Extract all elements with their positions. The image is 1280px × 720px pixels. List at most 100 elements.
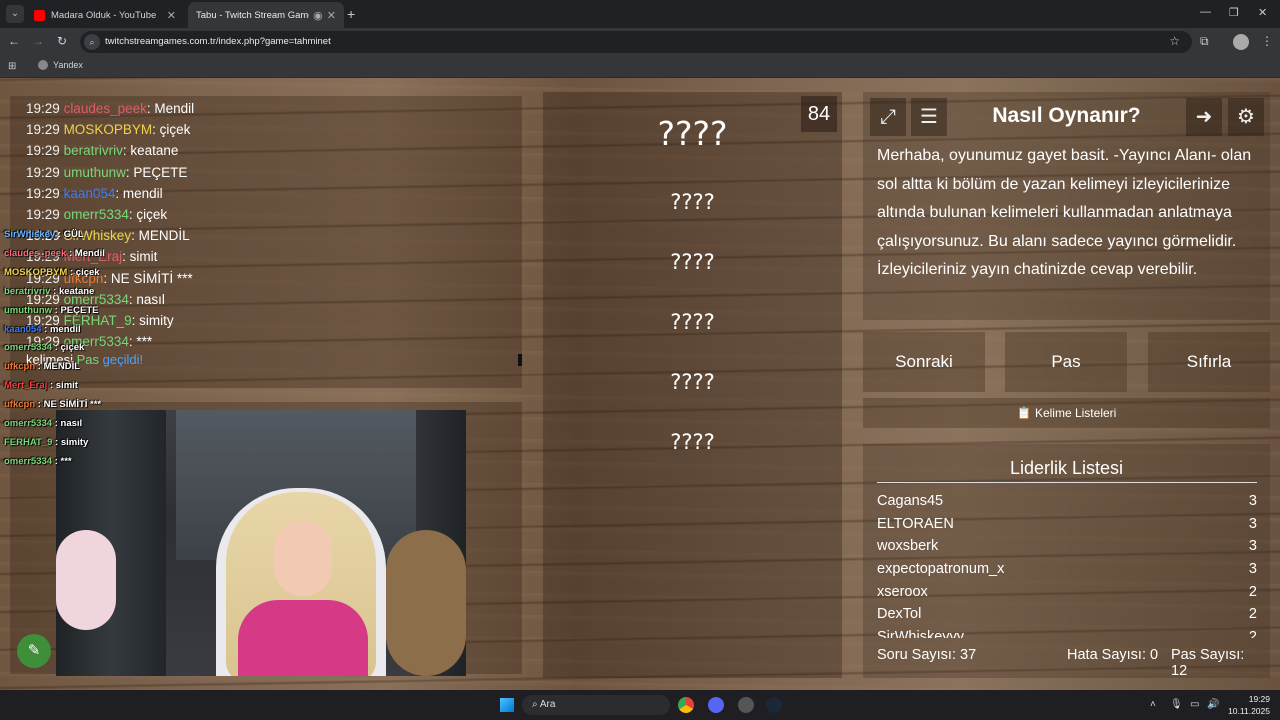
taskbar-search[interactable]: ⌕ Ara <box>522 695 670 715</box>
overlay-chat-line: umuthunw : PEÇETE <box>4 304 99 316</box>
overlay-chat-line: omerr5334 : nasıl <box>4 418 83 430</box>
discord-icon[interactable] <box>708 697 724 713</box>
leaderboard-row: xseroox 2 <box>877 583 1257 600</box>
chat-username: beratrivriv <box>63 143 123 159</box>
bookmarks-bar: ⊞ Yandex <box>0 56 1280 78</box>
chat-line: 19:29 kaan054: mendil <box>26 185 163 201</box>
chat-line: 19:29 umuthunw: PEÇETE <box>26 164 188 180</box>
chat-username: omerr5334 <box>63 207 129 223</box>
overlay-chat-line: omerr5334 : çiçek <box>4 342 85 354</box>
bookmark-yandex[interactable]: Yandex <box>38 60 83 70</box>
overlay-chat-line: Mert_Eraj : simit <box>4 380 78 392</box>
tab-title: Madara Olduk - YouTube <box>51 9 157 21</box>
leaderboard-row: Cagans45 3 <box>877 493 1257 509</box>
address-bar: ← → ↻ ⌕ twitchstreamgames.com.tr/index.p… <box>0 28 1280 56</box>
overlay-chat-line: ufkcpn : NE SİMİTİ *** <box>4 399 102 411</box>
overlay-chat-line: kaan054 : mendil <box>4 323 81 335</box>
forbidden-word: ???? <box>670 370 715 394</box>
overlay-chat-line: ufkcpn : MENDİL <box>4 361 81 373</box>
logout-icon[interactable]: ➜ <box>1186 98 1222 136</box>
forward-icon[interactable]: → <box>30 34 46 48</box>
overlay-chat-line: omerr5334 : *** <box>4 455 72 467</box>
chrome-icon[interactable] <box>678 697 694 713</box>
site-info-icon[interactable]: ⌕ <box>84 34 100 50</box>
chat-line: 19:29 MOSKOPBYM: çiçek <box>26 122 191 138</box>
edit-floating-button[interactable]: ✎ <box>17 634 51 668</box>
chat-username: claudes_peek <box>63 101 147 116</box>
leaderboard-row: DexTol 2 <box>877 606 1257 623</box>
chat-message: keatane <box>130 143 179 159</box>
pass-count: Pas Sayısı: 12 <box>1171 647 1245 679</box>
forbidden-word: ???? <box>670 310 715 334</box>
chat-message: mendil <box>122 185 163 201</box>
record-icon: ◉ <box>313 9 323 22</box>
obs-icon[interactable] <box>738 697 754 713</box>
menu-icon[interactable]: ⋮ <box>1261 34 1273 48</box>
tab-tabu[interactable]: Tabu - Twitch Stream Game ◉ ✕ <box>188 2 344 28</box>
chat-line: 19:29 beratrivriv: keatane <box>26 143 179 159</box>
reload-icon[interactable]: ↻ <box>54 34 70 48</box>
next-button[interactable]: Sonraki <box>863 332 985 392</box>
pass-button[interactable]: Pas <box>1005 332 1127 392</box>
chat-username: kaan054 <box>63 185 116 201</box>
url-field[interactable]: ⌕ twitchstreamgames.com.tr/index.php?gam… <box>80 31 1192 53</box>
target-word: ???? <box>657 114 728 153</box>
chat-message: Mendil <box>154 101 195 116</box>
mic-icon[interactable]: 🎙 <box>1170 699 1183 710</box>
settings-gear-icon[interactable]: ⚙ <box>1228 98 1264 136</box>
close-icon[interactable]: ✕ <box>167 9 176 22</box>
leaderboard-row: woxsberk 3 <box>877 538 1257 555</box>
clock[interactable]: 19:29 10.11.2025 <box>1222 693 1270 717</box>
leaderboard-list[interactable]: Cagans45 3 ELTORAEN 3 woxsberk 3 expectopatron… <box>877 490 1257 638</box>
overlay-chat-line: SirWhiskey : GÜL <box>4 229 84 240</box>
bookmark-star-icon[interactable]: ☆ <box>1169 34 1180 48</box>
volume-icon[interactable]: 🔊 <box>1207 699 1219 710</box>
chat-scrollbar[interactable] <box>518 354 522 366</box>
list-icon: 📋 <box>1016 406 1032 420</box>
question-count: Soru Sayısı: 37 <box>877 647 977 663</box>
tab-title: Tabu - Twitch Stream Game <box>196 9 310 21</box>
taskbar: ⌕ Ara ˄ 🎙 ▭ 🔊 19:29 10.11.2025 <box>0 690 1280 720</box>
url-text: twitchstreamgames.com.tr/index.php?game=… <box>105 36 331 47</box>
extensions-icon[interactable]: ⧉ <box>1200 34 1209 49</box>
chat-message: çiçek <box>159 122 191 138</box>
leaderboard-row: ELTORAEN 3 <box>877 515 1257 532</box>
globe-icon <box>38 60 48 70</box>
forbidden-word: ???? <box>670 190 715 214</box>
chat-line: 19:29 omerr5334: çiçek <box>26 207 168 223</box>
help-text: Merhaba, oyunumuz gayet basit. -Yayıncı … <box>877 147 1252 278</box>
close-icon[interactable]: ✕ <box>327 9 336 22</box>
overlay-chat-line: beratrivriv : keatane <box>4 285 95 297</box>
chevron-up-icon[interactable]: ˄ <box>1150 699 1156 710</box>
tab-youtube[interactable]: Madara Olduk - YouTube ✕ <box>26 2 184 28</box>
minimize-icon[interactable]: — <box>1200 6 1211 18</box>
forbidden-word: ???? <box>670 250 715 274</box>
leaderboard-title: Liderlik Listesi <box>1009 458 1124 478</box>
stream-chat-overlay: SirWhiskey : GÜL claudes_peek : Mendil MOS… <box>4 226 224 472</box>
reset-button[interactable]: Sıfırla <box>1148 332 1270 392</box>
chat-message: PEÇETE <box>133 164 188 180</box>
youtube-icon <box>34 9 45 21</box>
divider <box>877 482 1257 483</box>
overlay-chat-line: claudes_peek : Mendil <box>4 247 105 259</box>
new-tab-button[interactable]: + <box>347 6 355 22</box>
leaderboard-row: expectopatronum_x 3 <box>877 561 1257 578</box>
steam-icon[interactable] <box>766 697 782 713</box>
restore-icon[interactable]: ❐ <box>1229 6 1239 19</box>
error-count: Hata Sayısı: 0 <box>1067 647 1159 663</box>
chat-line: 19:29 claudes_peek: Mendil <box>26 101 195 116</box>
network-icon[interactable]: ▭ <box>1190 699 1199 710</box>
chat-username: MOSKOPBYM <box>63 122 153 138</box>
tab-strip: ⌄ Madara Olduk - YouTube ✕ Tabu - Twitch… <box>0 0 1280 28</box>
tab-search-button[interactable]: ⌄ <box>6 5 24 23</box>
close-window-icon[interactable]: ✕ <box>1258 6 1267 19</box>
forbidden-word: ???? <box>670 430 715 454</box>
back-icon[interactable]: ← <box>6 34 22 48</box>
chat-username: umuthunw <box>63 164 126 180</box>
profile-avatar[interactable] <box>1233 34 1249 50</box>
chat-message: çiçek <box>136 207 168 223</box>
apps-grid-icon[interactable]: ⊞ <box>8 61 16 72</box>
windows-start-icon[interactable] <box>500 698 514 712</box>
leaderboard-row: SirWhiskeyyy 2 <box>877 629 1257 638</box>
word-lists-button[interactable]: 📋 Kelime Listeleri <box>863 398 1270 428</box>
